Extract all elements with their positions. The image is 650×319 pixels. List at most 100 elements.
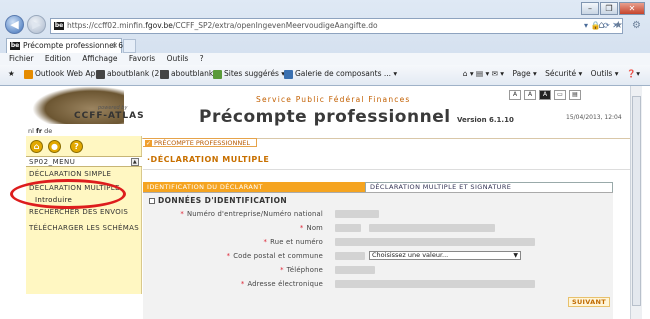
label-email-text: Adresse électronique <box>247 280 323 288</box>
fav-sites-suggeres[interactable]: Sites suggérés ▾ <box>213 65 285 83</box>
fav-outlook[interactable]: Outlook Web App <box>24 65 100 83</box>
font-small-button[interactable]: A <box>509 90 521 100</box>
value-nom <box>335 224 361 232</box>
lang-de[interactable]: de <box>44 127 52 135</box>
app: powered by CCFF-ATLAS Service Public Féd… <box>10 86 630 319</box>
tab-identification[interactable]: IDENTIFICATION DU DÉCLARANT <box>143 182 365 192</box>
favorites-star-icon[interactable]: ★ <box>8 65 15 83</box>
maximize-button[interactable]: ❐ <box>600 2 618 15</box>
lang-fr[interactable]: fr <box>36 127 42 135</box>
browser-tab[interactable]: be Précompte professionnel 6.... ✕ <box>6 38 133 53</box>
fav-galerie[interactable]: Galerie de composants ... ▾ <box>284 65 397 83</box>
required-marker: * <box>180 210 184 218</box>
back-button[interactable]: ◀ <box>5 15 24 34</box>
date-time: 15/04/2013, 12:04 <box>566 114 622 121</box>
fav-aboutblank-2-label: aboutblank (2) <box>107 69 163 78</box>
tab-declaration-signature[interactable]: DÉCLARATION MULTIPLE ET SIGNATURE <box>365 182 613 192</box>
fav-outlook-label: Outlook Web App <box>35 69 100 78</box>
main-content: ✓ PRÉCOMPTE PROFESSIONNEL ·DÉCLARATION MU… <box>143 136 630 319</box>
commune-select[interactable]: Choisissez une valeur... ▼ <box>369 251 521 260</box>
form-title-text: DONNÉES D'IDENTIFICATION <box>158 196 288 205</box>
page-viewport: powered by CCFF-ATLAS Service Public Féd… <box>0 86 650 319</box>
sidebar-icons: ⌂ ● ? <box>28 138 140 154</box>
menu-title: SP02_MENU <box>29 158 76 166</box>
label-rue-text: Rue et numéro <box>270 238 323 246</box>
highlight-circle <box>10 179 126 209</box>
label-nom-text: Nom <box>306 224 323 232</box>
label-telephone: * Téléphone <box>153 266 323 274</box>
menu-fichier[interactable]: Fichier <box>9 54 34 63</box>
menu-affichage[interactable]: Affichage <box>82 54 117 63</box>
page-icon <box>96 69 105 79</box>
chevron-down-icon: ▼ <box>513 252 518 259</box>
sidebar-item-rechercher[interactable]: RECHERCHER DES ENVOIS <box>26 208 142 217</box>
menu-outils[interactable]: Outils <box>167 54 189 63</box>
minimize-button[interactable]: – <box>581 2 599 15</box>
forward-button[interactable]: ▶ <box>27 15 46 34</box>
section-title-text: DÉCLARATION MULTIPLE <box>150 155 270 164</box>
menu-bar: Fichier Edition Affichage Favoris Outils… <box>0 53 650 65</box>
lang-nl[interactable]: nl <box>28 127 34 135</box>
collapse-icon[interactable]: ▲ <box>131 158 139 166</box>
command-bar: ⌂ ▾ ▤ ▾ ✉ ▾ Page ▾ Sécurité ▾ Outils ▾ ❓… <box>457 65 640 83</box>
address-path: /CCFF_SP2/extra/openIngevenMeervoudigeAa… <box>172 21 378 30</box>
be-favicon-icon: be <box>54 22 64 30</box>
language-switcher: nl fr de <box>28 127 52 135</box>
label-rue: * Rue et numéro <box>153 238 323 246</box>
next-button[interactable]: SUIVANT <box>568 297 610 307</box>
title-text: Précompte professionnel <box>199 107 451 127</box>
value-numero <box>335 210 379 218</box>
home-icon[interactable]: ⌂ <box>30 140 43 153</box>
value-email <box>335 280 535 288</box>
help-icon[interactable]: ? <box>70 140 83 153</box>
outlook-icon <box>24 69 33 79</box>
version-text: Version 6.1.10 <box>456 116 514 124</box>
section-title: ·DÉCLARATION MULTIPLE <box>143 150 630 170</box>
app-header: powered by CCFF-ATLAS Service Public Féd… <box>26 86 630 135</box>
user-icon[interactable]: ● <box>48 140 61 153</box>
page-icon <box>160 69 169 79</box>
menu-edition[interactable]: Edition <box>45 54 71 63</box>
new-tab-button[interactable] <box>123 39 136 53</box>
cmd-outils[interactable]: Outils ▾ <box>591 69 619 78</box>
cmd-securite[interactable]: Sécurité ▾ <box>545 69 582 78</box>
menu-favoris[interactable]: Favoris <box>129 54 155 63</box>
sidebar-item-declaration-simple[interactable]: DÉCLARATION SIMPLE <box>26 170 142 179</box>
browser-toolbar-icons[interactable]: ⌂ ★ ⚙ <box>598 20 644 31</box>
suggested-sites-icon <box>213 69 222 79</box>
close-window-button[interactable]: ✕ <box>619 2 645 15</box>
value-rue <box>335 238 535 246</box>
fav-aboutblank-label: aboutblank <box>171 69 214 78</box>
vertical-scrollbar[interactable] <box>630 86 642 319</box>
commune-select-value: Choisissez une valeur... <box>372 251 449 259</box>
scrollbar-thumb[interactable] <box>632 96 641 306</box>
breadcrumb-text: PRÉCOMPTE PROFESSIONNEL <box>154 139 251 147</box>
identification-form: DONNÉES D'IDENTIFICATION * Numéro d'entre… <box>143 192 613 319</box>
layout-button[interactable]: ▭ <box>554 90 566 100</box>
font-large-button[interactable]: A <box>539 90 551 100</box>
sidebar-item-telecharger[interactable]: TÉLÉCHARGER LES SCHÉMAS <box>26 224 142 233</box>
form-title: DONNÉES D'IDENTIFICATION <box>149 196 287 205</box>
address-bar[interactable]: be https://ccff02.minfin.fgov.be/CCFF_SP2… <box>50 18 623 34</box>
help-icon[interactable]: ❓▾ <box>627 69 640 78</box>
print-button[interactable]: ▤ <box>569 90 581 100</box>
section-toggle-icon[interactable] <box>149 198 155 204</box>
menu-header: SP02_MENU ▲ <box>26 156 142 167</box>
address-prefix: https://ccff02.minfin. <box>67 21 146 30</box>
cmd-icons[interactable]: ⌂ ▾ ▤ ▾ ✉ ▾ <box>463 69 504 78</box>
breadcrumb[interactable]: ✓ PRÉCOMPTE PROFESSIONNEL <box>143 138 258 147</box>
required-marker: * <box>226 252 231 260</box>
label-code-postal-text: Code postal et commune <box>233 252 323 260</box>
tab-close-icon[interactable]: ✕ <box>112 39 118 53</box>
required-marker: * <box>240 280 245 288</box>
required-marker: * <box>263 238 268 246</box>
label-email: * Adresse électronique <box>153 280 323 288</box>
font-medium-button[interactable]: A <box>524 90 536 100</box>
window-controls: – ❐ ✕ <box>581 2 645 16</box>
label-numero: * Numéro d'entreprise/Numéro national <box>153 210 323 218</box>
address-host: fgov.be <box>145 21 173 30</box>
menu-help[interactable]: ? <box>200 54 204 63</box>
cmd-page[interactable]: Page ▾ <box>512 69 536 78</box>
fav-aboutblank-2[interactable]: aboutblank (2) <box>96 65 162 83</box>
fav-aboutblank[interactable]: aboutblank <box>160 65 213 83</box>
